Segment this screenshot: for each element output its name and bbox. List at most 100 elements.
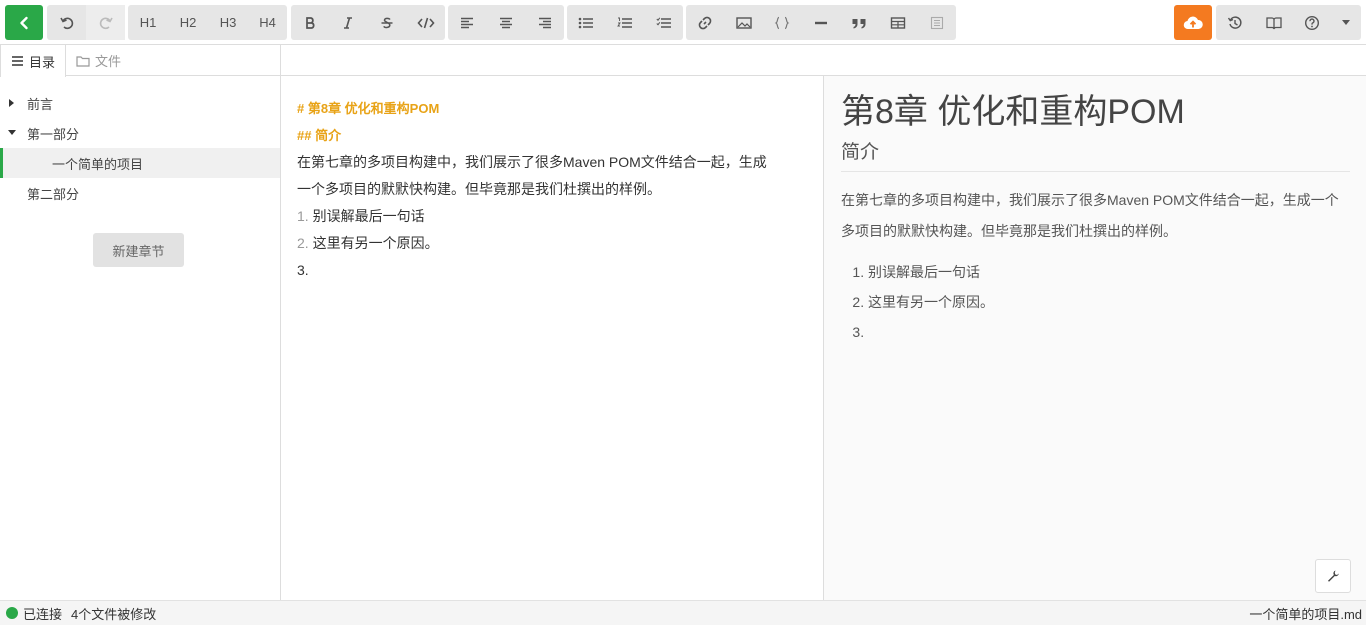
tree-item-part-two[interactable]: 第二部分	[0, 178, 280, 208]
back-button[interactable]	[5, 5, 43, 40]
preview-paragraph: 在第七章的多项目构建中，我们展示了很多Maven POM文件结合一起，生成一个多…	[841, 192, 1339, 239]
align-center-icon	[499, 17, 512, 28]
code-button[interactable]	[406, 5, 445, 40]
link-button[interactable]	[686, 5, 724, 40]
braces-icon	[774, 16, 790, 29]
tree-item-label: 一个简单的项目	[52, 156, 144, 172]
more-menu-button[interactable]	[1331, 5, 1361, 40]
document-icon	[930, 16, 943, 29]
strikethrough-icon	[381, 17, 392, 28]
list-item	[868, 317, 1350, 347]
table-button[interactable]	[878, 5, 917, 40]
folder-icon	[76, 55, 90, 67]
markdown-editor[interactable]: # 第8章 优化和重构POM ## 简介 在第七章的多项目构建中，我们展示了很多…	[281, 76, 824, 600]
settings-button[interactable]	[1315, 559, 1351, 593]
quote-icon	[852, 18, 866, 28]
strikethrough-button[interactable]	[367, 5, 406, 40]
connection-status-icon	[6, 607, 18, 619]
current-file: 一个简单的项目.md	[1249, 606, 1362, 622]
tree-item-label: 第一部分	[27, 126, 80, 142]
horizontal-rule-button[interactable]	[801, 5, 840, 40]
image-icon	[735, 16, 752, 29]
editor-paragraph-line: 在第七章的多项目构建中，我们展示了很多Maven POM文件结合一起，生成	[297, 154, 767, 170]
tree-item-simple-project[interactable]: 一个简单的项目	[0, 148, 280, 178]
editor-header-bar	[281, 45, 1366, 76]
list-text: 这里有另一个原因。	[308, 235, 439, 251]
tree-item-label: 前言	[27, 96, 54, 112]
chevron-left-icon	[20, 16, 28, 29]
history-group	[47, 5, 125, 40]
toc-button[interactable]	[917, 5, 956, 40]
history-button[interactable]	[1216, 5, 1254, 40]
status-bar: 已连接 4个文件被修改 一个简单的项目.md	[0, 600, 1366, 625]
table-icon	[890, 16, 905, 29]
read-mode-button[interactable]	[1254, 5, 1293, 40]
italic-button[interactable]	[329, 5, 367, 40]
align-right-icon	[538, 17, 551, 28]
h1-button[interactable]: H1	[128, 5, 168, 40]
help-icon	[1304, 15, 1320, 30]
editor-paragraph-line: 一个多项目的默默快构建。但毕竟那是我们杜撰出的样例。	[297, 181, 661, 197]
editor-list-line: 2. 这里有另一个原因。	[297, 230, 807, 257]
right-tools-group	[1216, 5, 1361, 40]
book-icon	[1265, 16, 1282, 29]
cloud-upload-icon	[1183, 16, 1203, 29]
h3-button[interactable]: H3	[208, 5, 248, 40]
list-group	[567, 5, 683, 40]
quote-button[interactable]	[840, 5, 878, 40]
editor-heading-1: # 第8章 优化和重构POM	[297, 101, 440, 116]
ordered-list-icon	[616, 17, 632, 28]
redo-button[interactable]	[86, 5, 125, 40]
tree-item-label: 第二部分	[27, 186, 80, 202]
chapter-tree: 前言 第一部分 一个简单的项目 第二部分	[0, 76, 280, 208]
h4-button[interactable]: H4	[248, 5, 287, 40]
tab-files-label: 文件	[95, 54, 122, 69]
caret-right-icon[interactable]	[9, 99, 15, 107]
publish-button[interactable]	[1174, 5, 1212, 40]
preview-subtitle: 简介	[841, 138, 1350, 172]
bold-button[interactable]	[291, 5, 329, 40]
horizontal-rule-icon	[814, 21, 827, 24]
bold-icon	[306, 16, 315, 29]
list-number: 3.	[297, 262, 309, 278]
caret-down-icon	[1342, 19, 1350, 25]
tab-catalog[interactable]: 目录	[0, 45, 67, 77]
task-list-icon	[655, 17, 671, 28]
task-list-button[interactable]	[644, 5, 683, 40]
ordered-list-button[interactable]	[605, 5, 644, 40]
code-block-button[interactable]	[763, 5, 801, 40]
tree-item-part-one[interactable]: 第一部分	[0, 118, 280, 148]
caret-down-icon[interactable]	[8, 130, 16, 136]
tab-files[interactable]: 文件	[66, 45, 131, 76]
bullet-list-button[interactable]	[567, 5, 605, 40]
link-icon	[698, 16, 712, 29]
new-chapter-button[interactable]: 新建章节	[93, 233, 184, 267]
tab-catalog-label: 目录	[29, 54, 56, 70]
h2-button[interactable]: H2	[168, 5, 208, 40]
list-item: 别误解最后一句话	[868, 257, 1350, 287]
image-button[interactable]	[724, 5, 763, 40]
list-number: 2.	[297, 235, 309, 251]
format-group	[291, 5, 445, 40]
sidebar: 目录 文件 前言 第一部分 一个简单的项目 第二部分 新建章节	[0, 45, 281, 600]
align-left-button[interactable]	[448, 5, 486, 40]
italic-icon	[344, 16, 352, 29]
code-icon	[416, 17, 435, 28]
align-right-button[interactable]	[525, 5, 564, 40]
undo-button[interactable]	[47, 5, 86, 40]
help-button[interactable]	[1293, 5, 1331, 40]
modified-count: 4个文件被修改	[71, 606, 157, 622]
editor-heading-2: ## 简介	[297, 128, 342, 143]
insert-group	[686, 5, 956, 40]
list-number: 1.	[297, 208, 309, 224]
wrench-icon	[1328, 570, 1339, 582]
history-icon	[1227, 15, 1242, 29]
align-center-button[interactable]	[486, 5, 525, 40]
align-group	[448, 5, 564, 40]
connection-status: 已连接	[23, 606, 63, 622]
heading-group: H1 H2 H3 H4	[128, 5, 287, 40]
tree-item-preface[interactable]: 前言	[0, 88, 280, 118]
toolbar: H1 H2 H3 H4	[0, 0, 1366, 45]
markdown-preview: 第8章 优化和重构POM 简介 在第七章的多项目构建中，我们展示了很多Maven…	[824, 76, 1366, 600]
list-icon	[12, 56, 23, 66]
